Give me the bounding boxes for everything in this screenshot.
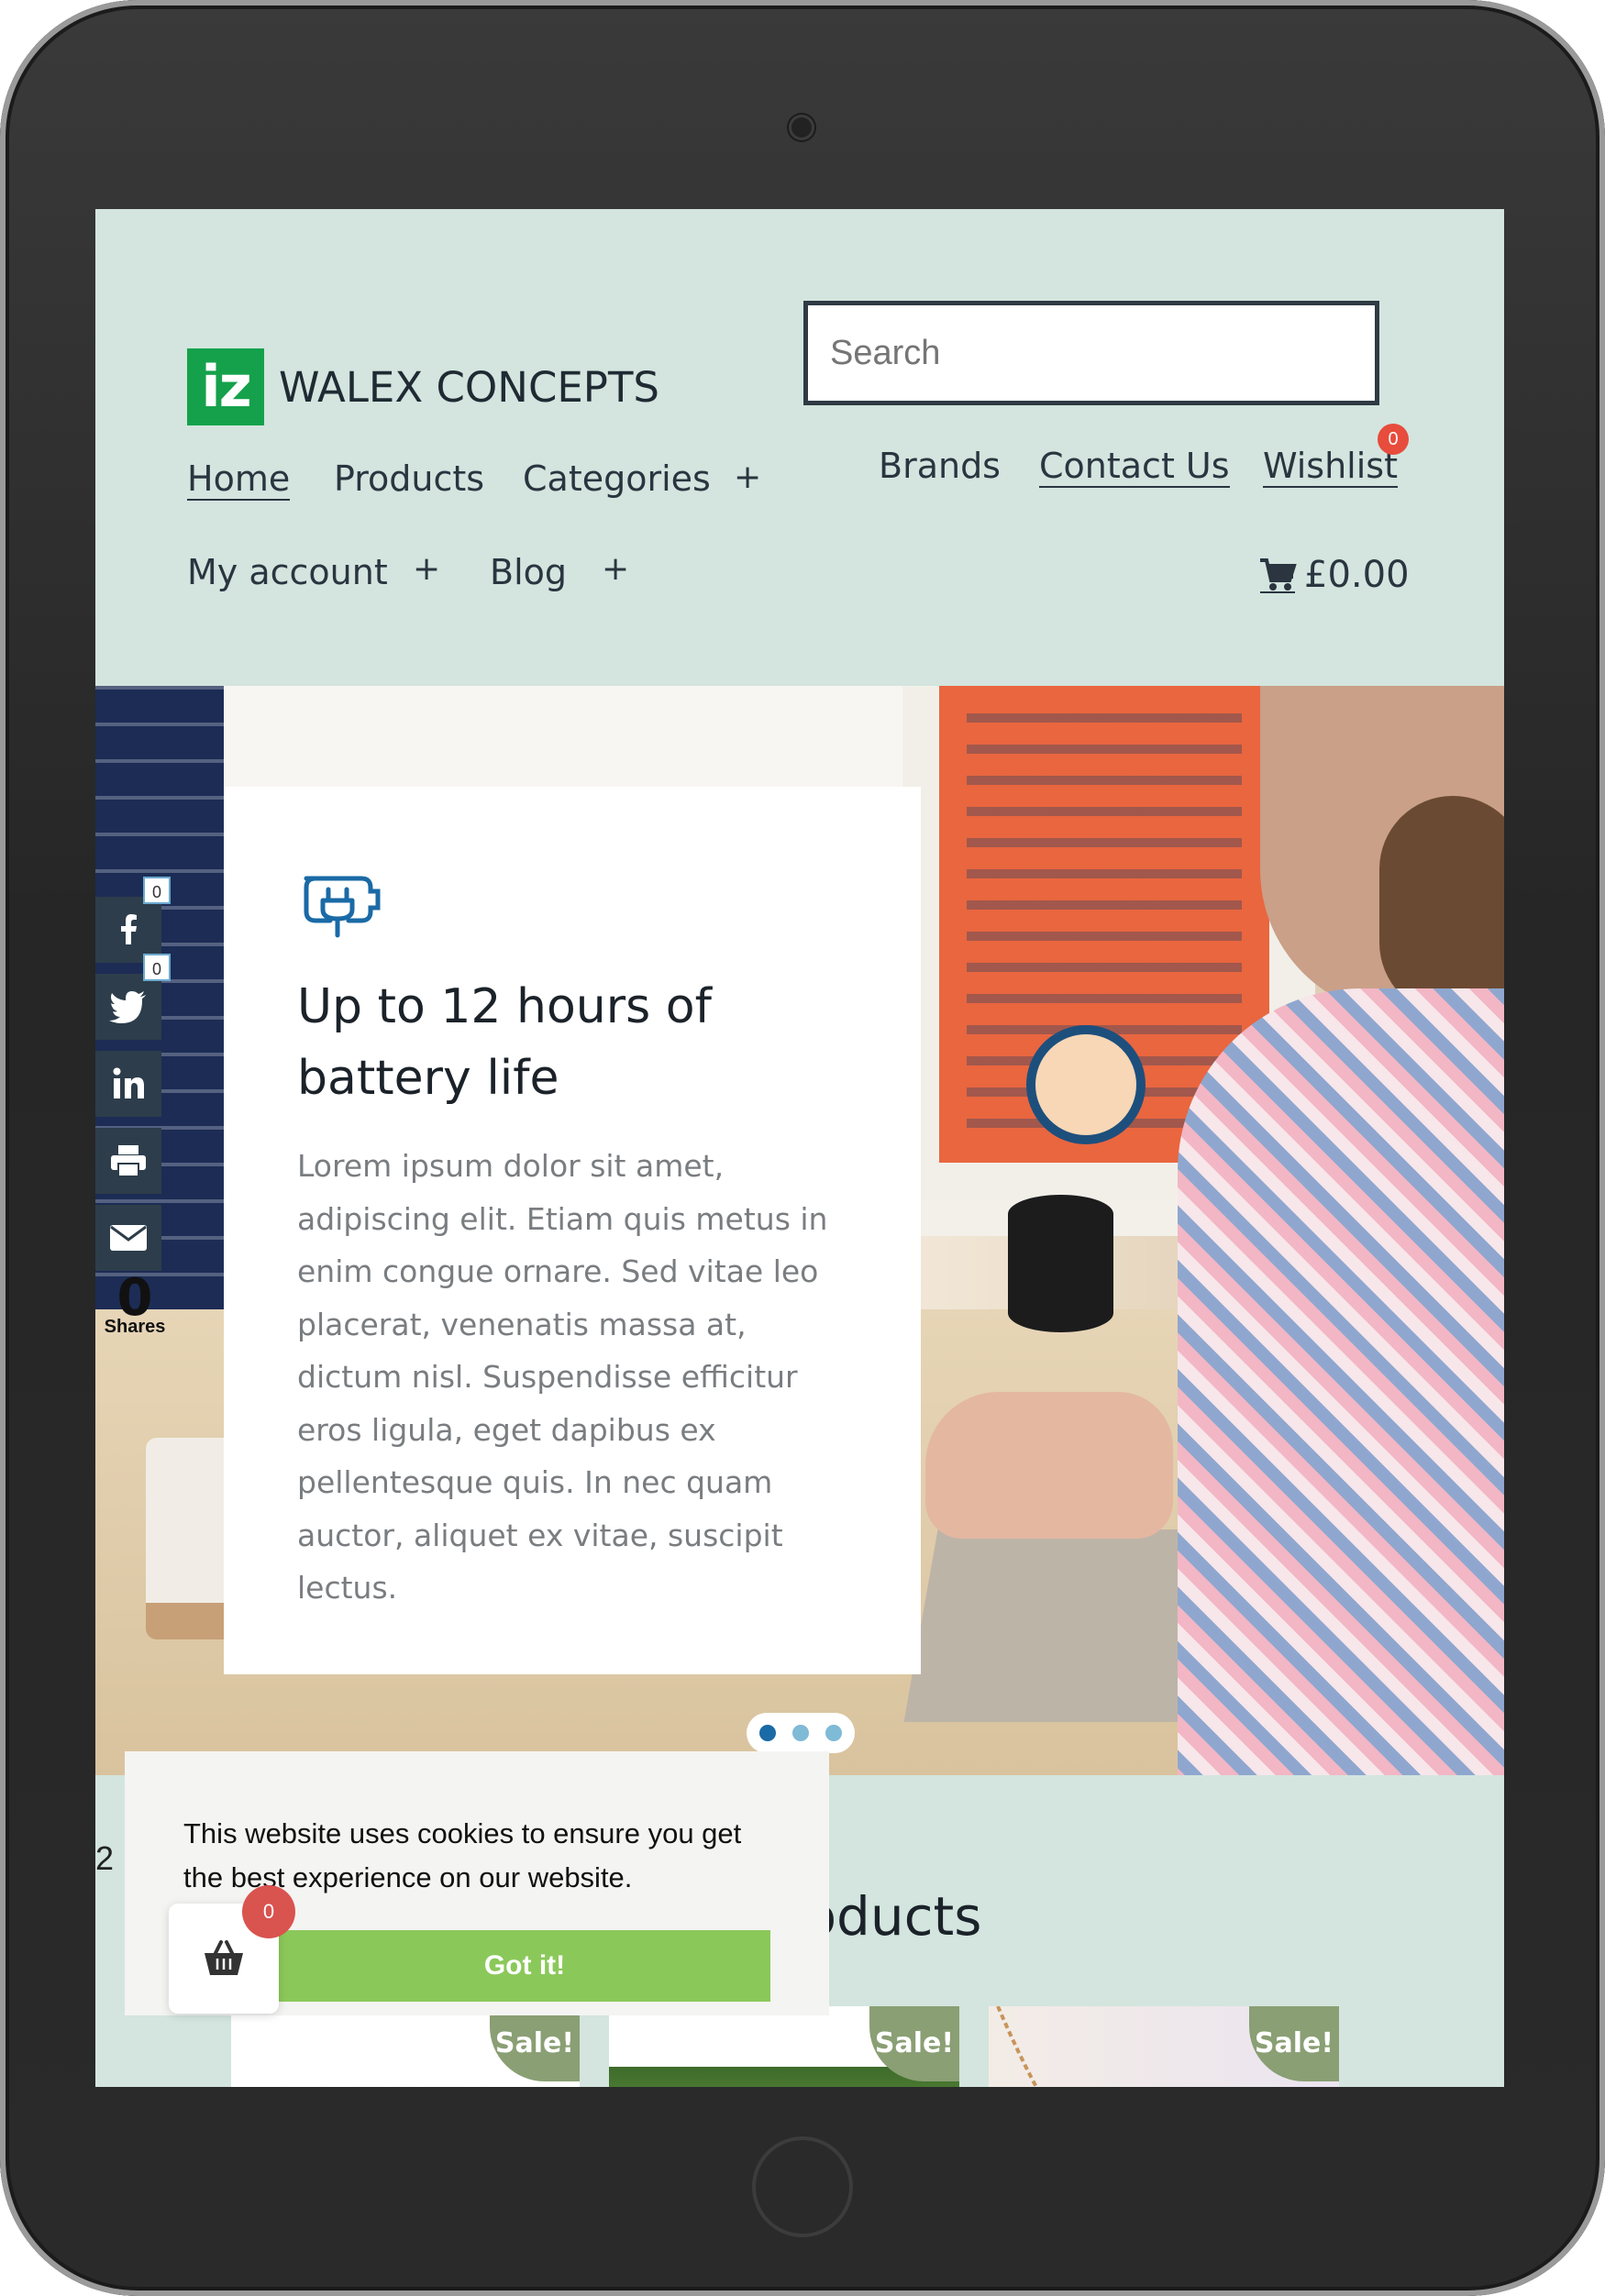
nav-home[interactable]: Home [187, 458, 291, 501]
slider-pagination [747, 1713, 855, 1753]
slider-dot-1[interactable] [759, 1725, 776, 1741]
nav-products[interactable]: Products [334, 458, 484, 499]
shares-total-label: Shares [104, 1317, 166, 1337]
logo-text: WALEX CONCEPTS [279, 362, 659, 412]
hero-photo-person-shirt [1178, 988, 1504, 1775]
logo-mark: iz [187, 348, 264, 425]
header-cart[interactable]: £0.00 [1258, 554, 1410, 596]
hero-photo-lens [1008, 1195, 1113, 1332]
twitter-share-count: 0 [143, 954, 171, 981]
product-card-1[interactable]: Sale! [231, 2006, 580, 2087]
my-account-expand-icon[interactable]: + [413, 550, 440, 588]
twitter-icon [109, 991, 146, 1023]
nav-blog[interactable]: Blog [490, 552, 567, 592]
tablet-frame: iz WALEX CONCEPTS Home Products Categori… [0, 0, 1605, 2296]
section-number: 2 [95, 1839, 115, 1877]
home-button[interactable] [752, 2136, 853, 2237]
facebook-share-count: 0 [143, 877, 171, 904]
linkedin-icon [113, 1067, 144, 1098]
hero-card: Up to 12 hours of battery life Lorem ips… [224, 787, 921, 1674]
nav-my-account[interactable]: My account [187, 552, 388, 592]
browser-viewport: iz WALEX CONCEPTS Home Products Categori… [95, 209, 1504, 2087]
site-logo[interactable]: iz WALEX CONCEPTS [187, 348, 659, 425]
wishlist-count-badge: 0 [1378, 424, 1409, 455]
share-linkedin-button[interactable] [95, 1051, 161, 1117]
basket-icon [205, 1940, 243, 1975]
nav-categories[interactable]: Categories [523, 458, 711, 499]
print-icon [111, 1145, 146, 1177]
share-print-button[interactable] [95, 1128, 161, 1194]
hero-title: Up to 12 hours of battery life [297, 979, 712, 1106]
cart-icon [1260, 558, 1297, 593]
hero-photo-person-hand [925, 1392, 1173, 1539]
hero-slider: Up to 12 hours of battery life Lorem ips… [95, 686, 1504, 1775]
battery-plug-icon [304, 876, 381, 938]
share-email-button[interactable] [95, 1205, 161, 1271]
hero-body: Lorem ipsum dolor sit amet, adipiscing e… [297, 1148, 828, 1606]
facebook-icon [121, 914, 137, 944]
camera-icon [789, 115, 814, 140]
search-input[interactable] [803, 301, 1379, 405]
nav-contact-us[interactable]: Contact Us [1039, 446, 1230, 488]
floating-cart-button[interactable]: 0 [169, 1885, 295, 2014]
email-icon [110, 1225, 147, 1251]
shares-total: 0 Shares [103, 1273, 167, 1338]
product-1-glasses [341, 2080, 470, 2087]
cookie-accept-button[interactable]: Got it! [279, 1930, 770, 2002]
nav-wishlist[interactable]: Wishlist [1263, 446, 1398, 488]
categories-expand-icon[interactable]: + [734, 458, 761, 496]
slider-dot-2[interactable] [792, 1725, 809, 1741]
product-3-necklace [996, 2006, 1039, 2087]
share-twitter-button[interactable]: 0 [95, 954, 171, 1040]
cart-total-amount: £0.00 [1304, 554, 1410, 596]
hero-photo-poster-boy [1026, 1025, 1146, 1144]
nav-brands[interactable]: Brands [879, 446, 1001, 486]
blog-expand-icon[interactable]: + [602, 550, 629, 588]
share-bar: 0 0 [95, 877, 171, 1282]
product-card-2[interactable]: Sale! [609, 2006, 959, 2087]
slider-dot-3[interactable] [825, 1725, 842, 1741]
product-card-3[interactable]: Sale! [989, 2006, 1339, 2087]
hero-photo-person-beard [1379, 796, 1504, 1016]
floating-cart-count-badge: 0 [242, 1885, 295, 1938]
